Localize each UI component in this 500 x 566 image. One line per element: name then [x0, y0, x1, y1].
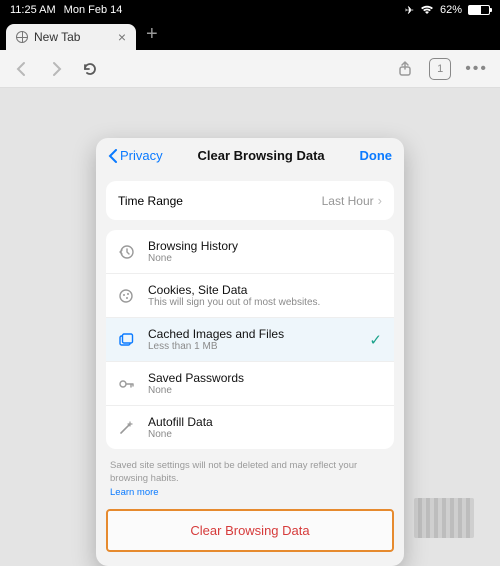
battery-pct: 62% [440, 4, 462, 16]
overflow-menu-icon[interactable]: ••• [465, 60, 488, 78]
tab-bar: New Tab × + [0, 20, 500, 50]
item-sub: None [148, 429, 382, 440]
item-title: Autofill Data [148, 415, 382, 429]
battery-icon [468, 5, 490, 15]
item-browsing-history[interactable]: Browsing History None [106, 230, 394, 273]
time-range-value: Last Hour [322, 194, 374, 208]
clear-data-button[interactable]: Clear Browsing Data [106, 509, 394, 552]
browser-tab[interactable]: New Tab × [6, 24, 136, 50]
sheet-title: Clear Browsing Data [197, 148, 324, 163]
bg-thumbnail [414, 498, 474, 538]
item-sub: None [148, 253, 382, 264]
history-icon [118, 244, 136, 260]
clear-data-sheet: Privacy Clear Browsing Data Done Time Ra… [96, 138, 404, 566]
back-label: Privacy [120, 148, 163, 163]
item-cached-images[interactable]: Cached Images and Files Less than 1 MB ✓ [106, 317, 394, 361]
status-bar: 11:25 AM Mon Feb 14 ✈ 62% [0, 0, 500, 20]
time-range-label: Time Range [118, 194, 183, 208]
reload-icon[interactable] [80, 59, 100, 79]
item-title: Cookies, Site Data [148, 283, 382, 297]
note-text: Saved site settings will not be deleted … [110, 460, 357, 484]
item-sub: This will sign you out of most websites. [148, 297, 382, 308]
key-icon [118, 376, 136, 392]
item-title: Cached Images and Files [148, 327, 357, 341]
footer-note: Saved site settings will not be deleted … [96, 449, 404, 501]
chevron-right-icon: › [378, 193, 382, 208]
item-passwords[interactable]: Saved Passwords None [106, 361, 394, 405]
item-title: Browsing History [148, 239, 382, 253]
airplane-icon: ✈ [405, 4, 414, 17]
item-cookies[interactable]: Cookies, Site Data This will sign you ou… [106, 273, 394, 317]
learn-more-link[interactable]: Learn more [110, 487, 159, 498]
tab-title: New Tab [34, 30, 80, 44]
tab-count-button[interactable]: 1 [429, 58, 451, 80]
status-date: Mon Feb 14 [64, 4, 123, 16]
item-sub: Less than 1 MB [148, 341, 357, 352]
item-sub: None [148, 385, 382, 396]
share-icon[interactable] [395, 59, 415, 79]
browser-toolbar: 1 ••• [0, 50, 500, 88]
wifi-icon [420, 5, 434, 15]
item-title: Saved Passwords [148, 371, 382, 385]
new-tab-button[interactable]: + [136, 23, 168, 50]
back-privacy-button[interactable]: Privacy [108, 148, 163, 163]
close-tab-icon[interactable]: × [118, 29, 126, 45]
item-autofill[interactable]: Autofill Data None [106, 405, 394, 449]
cookie-icon [118, 288, 136, 304]
status-time: 11:25 AM [10, 4, 56, 16]
wand-icon [118, 420, 136, 436]
globe-icon [16, 31, 28, 43]
forward-icon[interactable] [46, 59, 66, 79]
time-range-row[interactable]: Time Range Last Hour › [106, 181, 394, 220]
checkmark-icon: ✓ [369, 331, 382, 349]
data-type-list: Browsing History None Cookies, Site Data… [106, 230, 394, 449]
cache-icon [118, 332, 136, 348]
chevron-left-icon [108, 149, 118, 163]
done-button[interactable]: Done [360, 148, 393, 163]
back-icon[interactable] [12, 59, 32, 79]
